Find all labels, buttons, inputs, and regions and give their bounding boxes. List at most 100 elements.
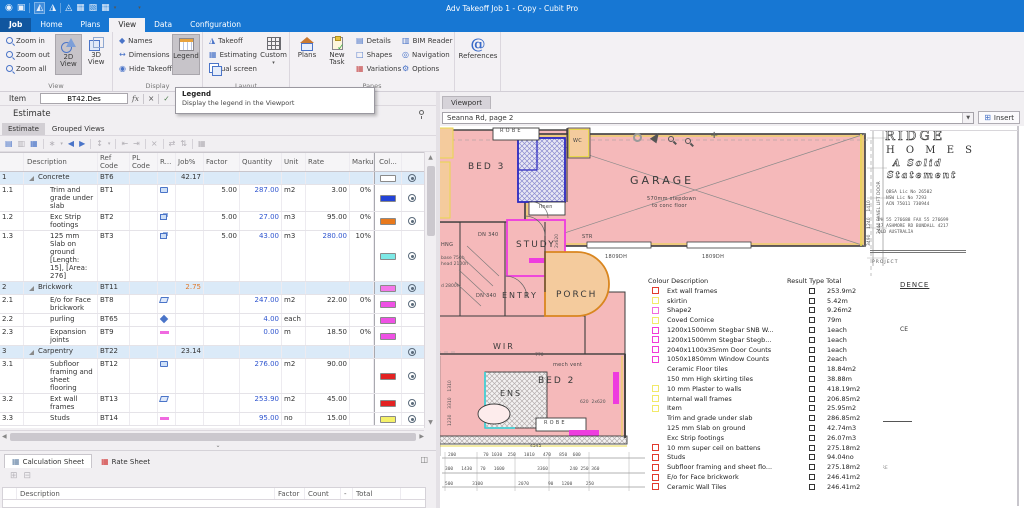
table-row[interactable]: 2 Brickwork BT11 2.75 xyxy=(0,282,424,295)
tab-rate-sheet[interactable]: ▦Rate Sheet xyxy=(94,455,157,468)
tools-dropdown-icon[interactable]: ▾ xyxy=(60,141,63,147)
colour-swatch[interactable] xyxy=(380,218,396,225)
tab-view[interactable]: View xyxy=(109,18,145,32)
view-mode3-icon[interactable]: ▦ xyxy=(30,139,38,148)
calc-col-factor[interactable]: Factor xyxy=(275,488,305,499)
row-colour[interactable] xyxy=(374,282,402,294)
eye-icon[interactable] xyxy=(408,399,416,407)
view-mode-icon[interactable]: ▤ xyxy=(5,139,13,148)
delete-icon[interactable]: × xyxy=(151,139,158,148)
col-markup[interactable]: Markup xyxy=(350,153,374,171)
calc-col-total[interactable]: Total xyxy=(353,488,401,499)
col-job[interactable]: Job% xyxy=(176,153,204,171)
table-row[interactable]: 1.3 125 mm Slab on ground [Length: 15], … xyxy=(0,231,424,282)
indent-icon[interactable]: ⇤ xyxy=(121,139,128,148)
row-colour[interactable] xyxy=(374,231,402,281)
table-row[interactable]: 1.1 Trim and grade under slab BT1 5.00 2… xyxy=(0,185,424,212)
details-button[interactable]: ▤Details xyxy=(353,34,399,47)
abc-icon[interactable]: ▦ xyxy=(198,139,206,148)
colour-swatch[interactable] xyxy=(380,301,396,308)
table-row[interactable]: 2.2 purling BT65 4.00 each xyxy=(0,314,424,327)
row-colour[interactable] xyxy=(374,172,402,184)
row-visibility[interactable] xyxy=(402,314,422,326)
table-row[interactable]: 1.2 Exc Strip footings BT2 5.00 27.00 m3… xyxy=(0,212,424,231)
panel-maximize-icon[interactable]: ◫ xyxy=(420,455,428,464)
colour-swatch[interactable] xyxy=(380,400,396,407)
table-row[interactable]: 1 Concrete BT6 42.17 xyxy=(0,172,424,185)
variations-button[interactable]: ▦Variations xyxy=(353,62,399,75)
row-colour[interactable] xyxy=(374,314,402,326)
eye-icon[interactable] xyxy=(408,300,416,308)
tab-viewport[interactable]: Viewport xyxy=(442,96,491,109)
col-description[interactable]: Description xyxy=(24,153,98,171)
move-right-icon[interactable]: ⇅ xyxy=(180,139,187,148)
eye-icon[interactable] xyxy=(408,194,416,202)
calc-col-description[interactable]: Description xyxy=(17,488,275,499)
legend-button[interactable]: Legend xyxy=(172,34,200,75)
2d-view-icon[interactable]: ◭ xyxy=(34,2,45,14)
row-colour[interactable] xyxy=(374,394,402,412)
eye-icon[interactable] xyxy=(408,174,416,182)
row-visibility[interactable] xyxy=(402,413,422,425)
bim-reader-button[interactable]: ▥BIM Reader xyxy=(399,34,451,47)
references-button[interactable]: @References xyxy=(458,34,498,75)
estimate-vscrollbar[interactable]: ▲▼ xyxy=(424,152,436,428)
eye-icon[interactable] xyxy=(408,252,416,260)
sort-dropdown-icon[interactable]: ▾ xyxy=(108,141,111,147)
estimating-icon[interactable]: ▦ xyxy=(76,3,85,13)
item-input[interactable] xyxy=(40,93,128,104)
save-icon[interactable]: ▣ xyxy=(17,3,26,13)
colour-swatch[interactable] xyxy=(380,373,396,380)
outdent-icon[interactable]: ⇥ xyxy=(133,139,140,148)
table-row[interactable]: 2.3 Expansion joints BT9 0.00 m 18.50 0% xyxy=(0,327,424,346)
row-visibility[interactable] xyxy=(402,295,422,313)
insert-row-icon[interactable]: ⊞ xyxy=(10,471,18,481)
table-row[interactable]: 3.3 Studs BT14 95.00 no 15.00 xyxy=(0,413,424,426)
tab-plans[interactable]: Plans xyxy=(71,18,109,32)
col-pl-code[interactable]: PL Code xyxy=(130,153,158,171)
row-visibility[interactable] xyxy=(402,282,422,294)
row-colour[interactable] xyxy=(374,185,402,211)
new-task-button[interactable]: New Task xyxy=(321,34,353,75)
row-visibility[interactable] xyxy=(402,185,422,211)
2d-view-button[interactable]: 2D View xyxy=(55,34,83,75)
custom-layout-button[interactable]: Custom▾ xyxy=(260,34,287,75)
col-quantity[interactable]: Quantity xyxy=(240,153,282,171)
eye-icon[interactable] xyxy=(408,284,416,292)
expander-icon[interactable] xyxy=(29,176,34,181)
eye-icon[interactable] xyxy=(408,372,416,380)
row-visibility[interactable] xyxy=(402,212,422,230)
row-visibility[interactable] xyxy=(402,346,422,358)
names-button[interactable]: ◆Names xyxy=(116,34,172,47)
calc-col-dash[interactable]: - xyxy=(341,488,353,499)
colour-swatch[interactable] xyxy=(380,285,396,292)
row-colour[interactable] xyxy=(374,359,402,393)
hscroll-thumb[interactable] xyxy=(10,433,417,441)
tab-grouped-views[interactable]: Grouped Views xyxy=(46,123,111,135)
accept-button[interactable]: ✓ xyxy=(163,94,169,103)
shapes-button[interactable]: □Shapes xyxy=(353,48,399,61)
col-ref-code[interactable]: Ref Code xyxy=(98,153,130,171)
tab-calculation-sheet[interactable]: ▦Calculation Sheet xyxy=(4,454,92,468)
eye-icon[interactable] xyxy=(408,415,416,423)
colour-swatch[interactable] xyxy=(380,175,396,182)
colour-swatch[interactable] xyxy=(380,416,396,423)
dual-screen-icon[interactable]: ▧ xyxy=(89,3,98,13)
col-colour[interactable]: Col... xyxy=(374,153,402,171)
calc-col-count[interactable]: Count xyxy=(305,488,341,499)
zoom-in-button[interactable]: Zoom in xyxy=(3,34,55,47)
dimensions-button[interactable]: ↔Dimensions xyxy=(116,48,172,61)
tab-configuration[interactable]: Configuration xyxy=(181,18,250,32)
tools-icon[interactable]: ∗ xyxy=(49,139,56,148)
qat-customize-icon[interactable]: ▾ xyxy=(138,6,141,10)
row-visibility[interactable] xyxy=(402,231,422,281)
row-visibility[interactable] xyxy=(402,327,422,345)
dual-screen-button[interactable]: Dual screen xyxy=(206,62,260,75)
sort-icon[interactable]: ↕ xyxy=(96,139,103,148)
hide-takeoff-button[interactable]: ◉Hide Takeoff xyxy=(116,62,172,75)
row-visibility[interactable] xyxy=(402,359,422,393)
fx-button[interactable]: fx xyxy=(132,94,139,103)
clear-button[interactable]: × xyxy=(148,94,154,103)
col-factor[interactable]: Factor xyxy=(204,153,240,171)
3d-view-button[interactable]: 3D View xyxy=(82,34,110,75)
